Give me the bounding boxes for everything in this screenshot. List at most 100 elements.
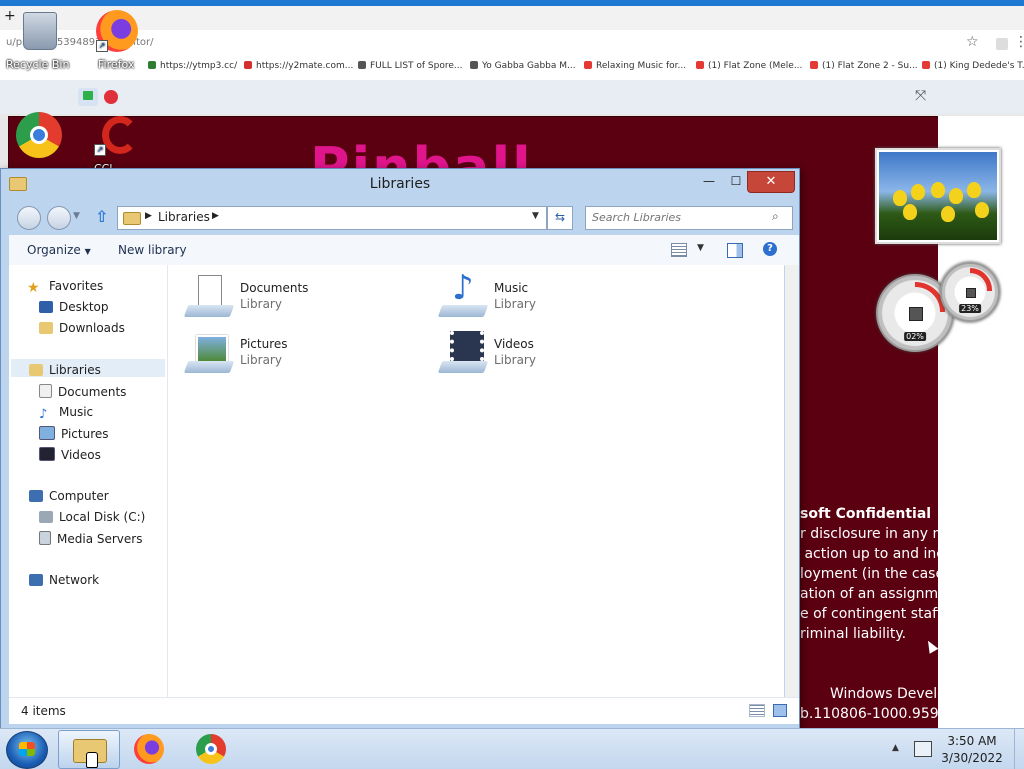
bookmark-item[interactable]: (1) King Dedede's T... xyxy=(922,61,1024,71)
bookmark-favicon-icon xyxy=(244,61,252,69)
nav-pictures[interactable]: Pictures xyxy=(39,426,109,441)
library-item-videos[interactable]: Videos Library xyxy=(437,331,680,381)
build-watermark: Windows Develo b.110806-1000.959cf9 xyxy=(800,684,938,724)
title-bar[interactable]: Libraries — ☐ ✕ xyxy=(1,169,799,199)
item-count: 4 items xyxy=(21,704,66,718)
taskbar-firefox-button[interactable] xyxy=(132,733,166,765)
new-tab-icon[interactable]: + xyxy=(4,8,16,24)
chrome-icon[interactable] xyxy=(16,112,62,158)
refresh-button[interactable]: ⇆ xyxy=(547,206,573,230)
stage-controls-bar xyxy=(0,80,1024,114)
breadcrumb-arrow-icon[interactable]: ▶ xyxy=(212,211,219,221)
network-tray-icon[interactable] xyxy=(914,741,932,757)
search-box[interactable]: ⌕ xyxy=(585,206,793,230)
bookmark-favicon-icon xyxy=(358,61,366,69)
clock-time[interactable]: 3:50 AM xyxy=(932,734,1012,748)
large-icons-view-icon[interactable] xyxy=(773,704,787,717)
ccleaner-icon[interactable]: ↗ CCl xyxy=(94,114,142,175)
breadcrumb-arrow-icon[interactable]: ▶ xyxy=(145,211,152,221)
clock-date[interactable]: 3/30/2022 xyxy=(932,751,1012,765)
nav-music[interactable]: ♪ Music xyxy=(39,405,93,422)
new-library-button[interactable]: New library xyxy=(118,243,187,257)
bookmark-star-icon[interactable]: ☆ xyxy=(966,34,979,50)
library-type: Library xyxy=(240,353,282,367)
nav-media-servers[interactable]: Media Servers xyxy=(39,531,142,546)
start-button[interactable] xyxy=(6,731,48,769)
bookmark-item[interactable]: (1) Flat Zone 2 - Su... xyxy=(810,61,918,71)
shortcut-arrow-icon: ↗ xyxy=(96,40,108,52)
scrollbar[interactable] xyxy=(785,265,799,697)
search-input[interactable] xyxy=(592,209,768,225)
nav-downloads[interactable]: Downloads xyxy=(39,321,125,335)
up-arrow-icon[interactable]: ⇧ xyxy=(95,207,108,226)
maximize-button[interactable]: ☐ xyxy=(725,173,747,191)
firefox-icon[interactable]: ↗ Firefox xyxy=(94,6,140,71)
explorer-window[interactable]: Libraries — ☐ ✕ ▼ ⇧ ▶ Libraries ▶ ▼ ⇆ ⌕ … xyxy=(0,168,800,730)
preview-pane-icon[interactable] xyxy=(727,243,743,258)
nav-computer[interactable]: Computer xyxy=(29,489,109,503)
browser-menu-icon[interactable]: ⋮ xyxy=(1014,34,1024,50)
bookmark-favicon-icon xyxy=(470,61,478,69)
browser-tab-strip: + xyxy=(0,6,1024,30)
organize-button[interactable]: Organize ▼ xyxy=(27,243,91,257)
nav-documents[interactable]: Documents xyxy=(39,384,126,399)
recent-pages-chevron-icon[interactable]: ▼ xyxy=(73,211,80,221)
library-item-music[interactable]: ♪ Music Library xyxy=(437,271,680,325)
extension-icon[interactable] xyxy=(996,38,1008,50)
nav-label: Downloads xyxy=(59,321,125,335)
green-flag-icon[interactable] xyxy=(78,88,98,106)
address-bar[interactable]: ▶ Libraries ▶ ▼ xyxy=(117,206,547,230)
bookmark-label: Relaxing Music for... xyxy=(596,61,687,71)
forward-button[interactable] xyxy=(47,206,71,230)
minimize-button[interactable]: — xyxy=(699,173,719,191)
address-dropdown-icon[interactable]: ▼ xyxy=(532,211,539,221)
confidential-line: loyment (in the case c xyxy=(800,566,938,582)
nav-videos[interactable]: Videos xyxy=(39,447,101,462)
memory-gauge: 23% xyxy=(940,262,1000,322)
close-button[interactable]: ✕ xyxy=(747,171,795,193)
taskbar-chrome-button[interactable] xyxy=(194,733,228,765)
slideshow-gadget[interactable] xyxy=(875,148,1001,244)
recycle-bin-icon[interactable]: Recycle Bin xyxy=(6,8,69,71)
bookmark-item[interactable]: (1) Flat Zone (Mele... xyxy=(696,61,802,71)
bookmark-favicon-icon xyxy=(696,61,704,69)
nav-local-disk[interactable]: Local Disk (C:) xyxy=(39,510,145,524)
library-type: Library xyxy=(494,297,536,311)
film-strip xyxy=(450,331,484,361)
library-item-pictures[interactable]: Pictures Library xyxy=(183,331,426,381)
bookmark-favicon-icon xyxy=(584,61,592,69)
library-item-documents[interactable]: Documents Library xyxy=(183,275,426,325)
bookmark-item[interactable]: FULL LIST of Spore... xyxy=(358,61,462,71)
nav-favorites[interactable]: ★ Favorites xyxy=(27,279,103,296)
command-bar: Organize ▼ New library ▼ ? xyxy=(9,235,799,266)
help-icon[interactable]: ? xyxy=(763,242,777,256)
change-view-icon[interactable] xyxy=(671,243,687,257)
hard-disk-icon xyxy=(39,511,53,523)
back-button[interactable] xyxy=(17,206,41,230)
stop-icon[interactable] xyxy=(104,90,118,104)
firefox-icon xyxy=(134,734,164,764)
show-hidden-icons-chevron-icon[interactable]: ▲ xyxy=(892,743,899,753)
nav-label: Documents xyxy=(58,385,127,399)
cpu-meter-gadget[interactable]: 02% 23% xyxy=(876,262,1000,352)
nav-label: Videos xyxy=(61,448,101,462)
search-icon[interactable]: ⌕ xyxy=(772,209,779,224)
breadcrumb[interactable]: Libraries xyxy=(158,210,210,224)
nav-libraries[interactable]: Libraries xyxy=(29,363,101,377)
chevron-down-icon: ▼ xyxy=(84,247,91,256)
view-dropdown-chevron-icon[interactable]: ▼ xyxy=(697,243,704,253)
library-type: Library xyxy=(240,297,282,311)
status-bar: 4 items xyxy=(9,697,799,724)
bookmark-item[interactable]: https://y2mate.com... xyxy=(244,61,353,71)
bookmark-item[interactable]: Yo Gabba Gabba M... xyxy=(470,61,576,71)
fullscreen-icon[interactable]: ⤧ xyxy=(915,88,926,104)
bookmark-label: https://ytmp3.cc/ xyxy=(160,61,238,71)
details-view-icon[interactable] xyxy=(749,704,765,717)
show-desktop-button[interactable] xyxy=(1014,729,1024,769)
nav-network[interactable]: Network xyxy=(29,573,99,587)
bookmark-favicon-icon xyxy=(148,61,156,69)
bookmark-item[interactable]: https://ytmp3.cc/ xyxy=(148,61,237,71)
nav-desktop[interactable]: Desktop xyxy=(39,300,109,314)
bookmark-item[interactable]: Relaxing Music for... xyxy=(584,61,686,71)
browser-address-bar[interactable]: u/proje...653948935.../editor/ ☆ ⋮ xyxy=(0,30,1024,59)
